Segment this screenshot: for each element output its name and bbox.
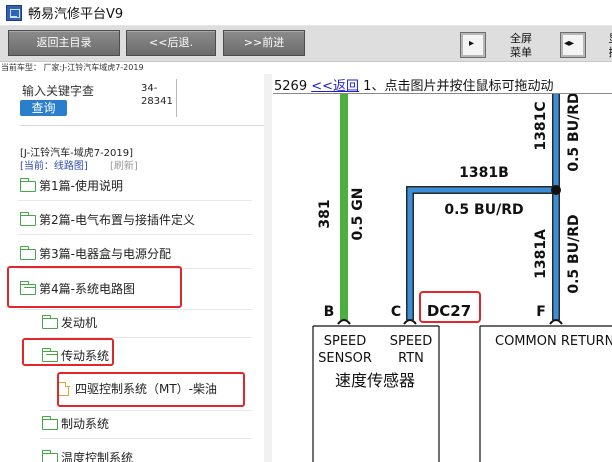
window-title: 畅易汽修平台V9 — [28, 7, 124, 22]
vertical-scrollbar[interactable] — [264, 74, 272, 462]
search-button[interactable]: 查询 — [20, 100, 67, 116]
connector-dc27-label[interactable]: DC27 — [427, 302, 471, 320]
folder-icon — [41, 450, 58, 462]
fullscreen-label-line1: 全屏 — [510, 32, 532, 45]
wire-381-id: 381 — [317, 199, 333, 228]
tree-item-label: 发动机 — [61, 316, 98, 330]
divider — [176, 79, 177, 117]
fullscreen-label-line2: 菜单 — [510, 46, 532, 59]
back-button[interactable]: <<后退. — [126, 30, 216, 56]
breadcrumb-current[interactable]: [当前：线路图] — [20, 157, 88, 172]
speed-rtn-label-2: RTN — [398, 351, 424, 366]
search-code-line1: 34- — [141, 83, 158, 94]
pin-f-label: F — [536, 304, 546, 320]
app-window: 畅易汽修平台V9 返回主目录 <<后退. >>前进 ▸ 全屏 菜单 ◂▸ 显 持… — [0, 0, 612, 462]
back-to-main-button[interactable]: 返回主目录 — [8, 30, 120, 56]
speed-rtn-label-1: SPEED — [390, 334, 433, 349]
highlight-box — [7, 266, 182, 308]
highlight-box — [22, 338, 114, 366]
search-code: 34- 28341 — [141, 82, 177, 108]
wiring-diagram[interactable]: 381 0.5 GN 1381B 0.5 BU/RD 1381C 0.5 BU/… — [273, 94, 612, 462]
pin-c-label: C — [391, 304, 401, 320]
divider — [40, 410, 252, 411]
diagram-number: 5269 — [274, 79, 308, 94]
return-link[interactable]: <<返回 — [311, 79, 359, 94]
tree-item-label: 第2篇-电气布置与接插件定义 — [39, 213, 195, 227]
display-label[interactable]: 显 持 — [604, 32, 612, 60]
title-bar: 畅易汽修平台V9 — [0, 0, 612, 26]
fullscreen-menu-label[interactable]: 全屏 菜单 — [503, 32, 539, 60]
wire-381-green — [340, 94, 348, 320]
search-hint[interactable]: 输入关键字查 — [22, 82, 94, 99]
wire-1381a-spec: 0.5 BU/RD — [566, 214, 582, 293]
folder-icon — [41, 416, 58, 430]
wire-1381c-id: 1381C — [533, 101, 549, 150]
speed-sensor-label-1: SPEED — [324, 334, 367, 349]
wire-1381b-id: 1381B — [459, 165, 509, 181]
tree-item-label: 制动系统 — [61, 417, 110, 431]
wire-1381b-spec: 0.5 BU/RD — [444, 202, 523, 218]
display-label-line2: 持 — [604, 46, 612, 60]
common-return-label: COMMON RETURN — [495, 334, 612, 349]
left-panel: 输入关键字查 查询 34- 28341 [J-江铃汽车-域虎7-2019] [当… — [0, 74, 272, 462]
divider — [20, 125, 264, 126]
pin-b-terminal — [337, 319, 351, 325]
tree-item-label: 温度控制系统 — [61, 451, 134, 462]
forward-button[interactable]: >>前进 — [223, 30, 305, 56]
current-vehicle-info: 当前车型： 厂家:J-江铃汽车域虎7-2019 — [0, 62, 612, 74]
search-code-line2: 28341 — [141, 96, 173, 107]
app-logo-icon — [6, 5, 22, 21]
highlight-box — [57, 372, 245, 407]
component-name: 速度传感器 — [335, 371, 415, 390]
divider — [18, 200, 252, 201]
wire-381-spec: 0.5 GN — [350, 188, 366, 241]
folder-icon — [19, 212, 36, 226]
folder-icon — [41, 315, 58, 329]
pin-f-terminal — [549, 319, 563, 325]
wire-splice-node — [551, 185, 561, 195]
pin-b-label: B — [324, 304, 335, 320]
folder-icon — [19, 178, 36, 192]
diagram-nav-line: 5269 <<返回 1、点击图片并按住鼠标可拖动动 — [274, 75, 553, 94]
divider — [18, 309, 252, 310]
toolbar: 返回主目录 <<后退. >>前进 ▸ 全屏 菜单 ◂▸ 显 持 — [0, 26, 612, 62]
tree-item-label: 第1篇-使用说明 — [39, 179, 123, 193]
drag-instruction: 1、点击图片并按住鼠标可拖动动 — [363, 79, 554, 94]
refresh-link[interactable]: [刷新] — [110, 157, 138, 172]
folder-icon — [19, 246, 36, 260]
split-view-icon[interactable]: ◂▸ — [560, 32, 586, 58]
wire-1381a-id: 1381A — [533, 229, 549, 279]
wire-1381c-spec: 0.5 BU/RD — [566, 94, 582, 172]
divider — [40, 438, 252, 439]
display-label-line1: 显 — [604, 32, 612, 46]
divider — [18, 234, 252, 235]
speed-sensor-label-2: SENSOR — [318, 351, 372, 366]
fullscreen-toggle-icon[interactable]: ▸ — [460, 32, 486, 58]
diagram-panel: 5269 <<返回 1、点击图片并按住鼠标可拖动动 381 0.5 GN 138… — [273, 74, 612, 462]
pin-c-terminal — [403, 319, 417, 325]
tree-item-label: 第3篇-电器盒与电源分配 — [39, 247, 171, 261]
